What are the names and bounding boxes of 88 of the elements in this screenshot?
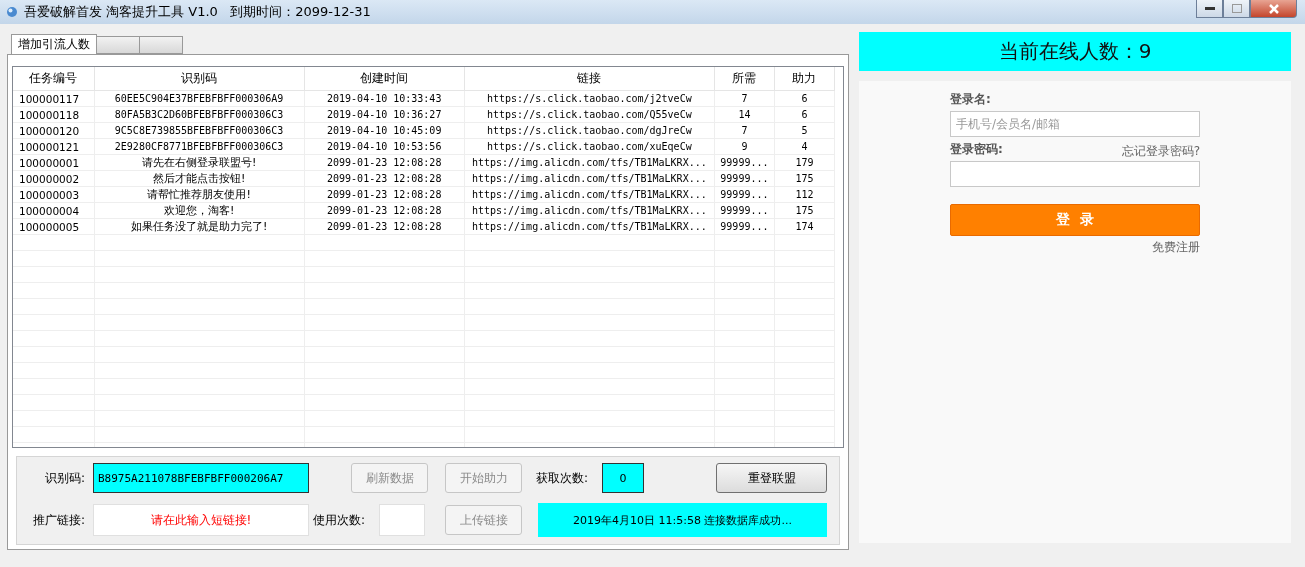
table-cell: https://s.click.taobao.com/dgJreCw	[464, 122, 715, 139]
minimize-icon	[1204, 6, 1215, 11]
table-cell: 2E9280CF8771BFEBFBFF000306C3	[94, 138, 305, 155]
table-cell: 100000120	[13, 122, 95, 139]
status-message: 2019年4月10日 11:5:58 连接数据库成功...	[538, 503, 827, 537]
close-button[interactable]	[1250, 0, 1297, 18]
table-cell: 100000003	[13, 186, 95, 203]
table-cell: 175	[774, 202, 835, 219]
password-label: 登录密码:	[950, 141, 1003, 158]
table-cell: https://s.click.taobao.com/j2tveCw	[464, 90, 715, 107]
table-cell: 请先在右侧登录联盟号!	[94, 154, 305, 171]
table-cell: 6	[774, 90, 835, 107]
table-cell: 100000118	[13, 106, 95, 123]
table-cell: 2019-04-10 10:36:27	[304, 106, 465, 123]
table-cell: 80FA5B3C2D60BFEBFBFF000306C3	[94, 106, 305, 123]
table-cell: 9	[714, 138, 775, 155]
id-field[interactable]: B8975A211078BFEBFBFF000206A7	[93, 463, 309, 493]
fetch-count-label: 获取次数:	[536, 469, 590, 487]
table-cell: 请帮忙推荐朋友使用!	[94, 186, 305, 203]
table-cell: 2099-01-23 12:08:28	[304, 154, 465, 171]
id-label: 识别码:	[44, 469, 86, 487]
table-cell: 60EE5C904E37BFEBFBFF000306A9	[94, 90, 305, 107]
table-cell: 112	[774, 186, 835, 203]
column-header[interactable]: 任务编号	[13, 67, 95, 91]
table-cell: 2019-04-10 10:53:56	[304, 138, 465, 155]
use-count-label: 使用次数:	[313, 511, 367, 529]
column-header[interactable]: 创建时间	[304, 67, 465, 91]
password-field[interactable]	[950, 161, 1200, 187]
table-cell: https://img.alicdn.com/tfs/TB1MaLKRX...	[464, 186, 715, 203]
table-cell: 175	[774, 170, 835, 187]
table-cell: 99999...	[714, 154, 775, 171]
table-cell: 欢迎您，淘客!	[94, 202, 305, 219]
table-cell: 4	[774, 138, 835, 155]
column-header[interactable]: 助力	[774, 67, 835, 91]
table-cell: https://s.click.taobao.com/Q55veCw	[464, 106, 715, 123]
username-label: 登录名:	[950, 91, 992, 108]
table-cell: 100000002	[13, 170, 95, 187]
table-cell: 99999...	[714, 202, 775, 219]
table-cell: 100000117	[13, 90, 95, 107]
table-cell: 99999...	[714, 170, 775, 187]
table-cell: 99999...	[714, 218, 775, 235]
table-cell: 174	[774, 218, 835, 235]
column-header[interactable]: 链接	[464, 67, 715, 91]
close-icon	[1267, 3, 1280, 14]
table-cell: 2019-04-10 10:33:43	[304, 90, 465, 107]
link-label: 推广链接:	[32, 511, 86, 529]
tab[interactable]	[96, 36, 140, 54]
column-header[interactable]: 识别码	[94, 67, 305, 91]
table-cell: 100000001	[13, 154, 95, 171]
register-link[interactable]: 免费注册	[1152, 239, 1200, 256]
maximize-icon	[1231, 4, 1242, 13]
tab[interactable]: 增加引流人数	[11, 34, 97, 54]
table-cell: 100000005	[13, 218, 95, 235]
link-field[interactable]: 请在此输入短链接!	[93, 504, 309, 536]
username-field[interactable]: 手机号/会员名/邮箱	[950, 111, 1200, 137]
table-cell: 然后才能点击按钮!	[94, 170, 305, 187]
table-cell: 6	[774, 106, 835, 123]
online-count-banner: 当前在线人数：9	[859, 32, 1291, 71]
relogin-button[interactable]: 重登联盟	[716, 463, 827, 493]
table-cell: 179	[774, 154, 835, 171]
table-cell: 9C5C8E739855BFEBFBFF000306C3	[94, 122, 305, 139]
table-cell: 7	[714, 90, 775, 107]
table-cell: 2099-01-23 12:08:28	[304, 202, 465, 219]
table-cell: https://img.alicdn.com/tfs/TB1MaLKRX...	[464, 170, 715, 187]
table-cell: 2099-01-23 12:08:28	[304, 186, 465, 203]
table-cell: 2099-01-23 12:08:28	[304, 218, 465, 235]
app-icon	[6, 6, 18, 18]
table-cell: 14	[714, 106, 775, 123]
table-cell: 99999...	[714, 186, 775, 203]
table-cell: 100000121	[13, 138, 95, 155]
forgot-password-link[interactable]: 忘记登录密码?	[1121, 142, 1200, 160]
tab[interactable]	[139, 36, 183, 54]
fetch-count-value: 0	[602, 463, 645, 493]
table-cell: 100000004	[13, 202, 95, 219]
table-cell: 2099-01-23 12:08:28	[304, 170, 465, 187]
column-header[interactable]: 所需	[714, 67, 775, 91]
table-cell: 5	[774, 122, 835, 139]
table-cell: https://s.click.taobao.com/xuEqeCw	[464, 138, 715, 155]
table-cell: https://img.alicdn.com/tfs/TB1MaLKRX...	[464, 202, 715, 219]
window-title: 吾爱破解首发 淘客提升工具 V1.0 到期时间：2099-12-31	[24, 3, 372, 21]
maximize-button[interactable]	[1223, 0, 1250, 18]
table-cell: https://img.alicdn.com/tfs/TB1MaLKRX...	[464, 218, 715, 235]
use-count-field[interactable]	[379, 504, 426, 536]
table-cell: 如果任务没了就是助力完了!	[94, 218, 305, 235]
table-cell: 2019-04-10 10:45:09	[304, 122, 465, 139]
table-cell: https://img.alicdn.com/tfs/TB1MaLKRX...	[464, 154, 715, 171]
minimize-button[interactable]	[1196, 0, 1223, 18]
table-cell: 7	[714, 122, 775, 139]
